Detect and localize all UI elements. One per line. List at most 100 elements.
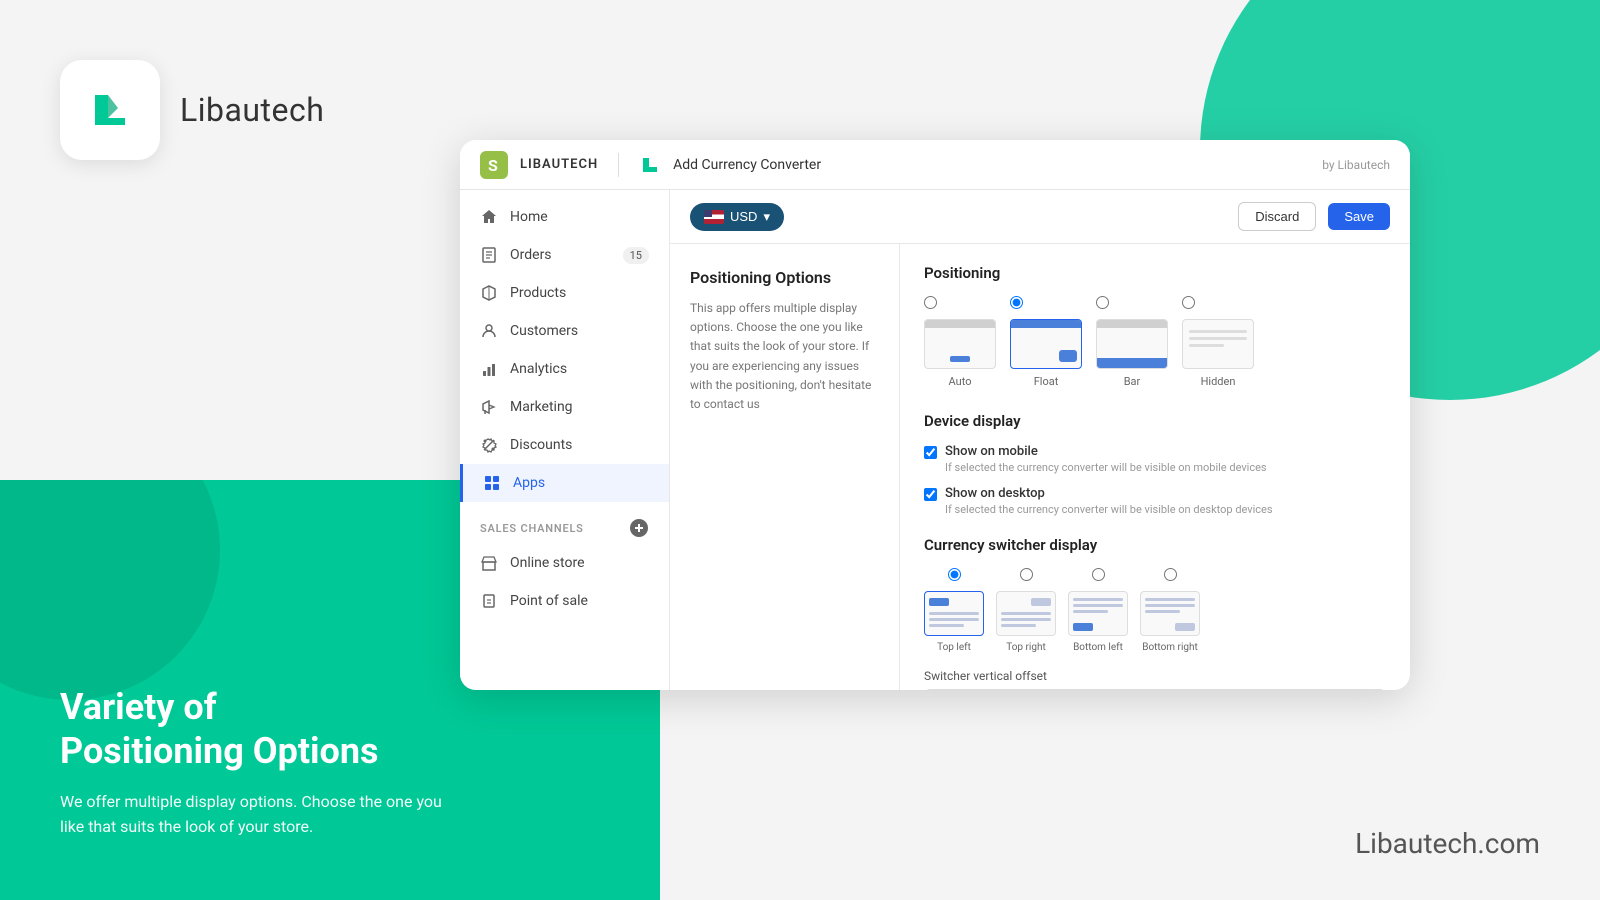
bar-top-bar	[1097, 320, 1167, 328]
sidebar-item-discounts[interactable]: Discounts	[460, 426, 669, 464]
save-button[interactable]: Save	[1328, 203, 1390, 230]
pos-auto-label: Auto	[949, 375, 972, 388]
bottom-heading: Variety ofPositioning Options	[60, 686, 460, 772]
switcher-radio-bottom-right[interactable]	[1164, 568, 1177, 581]
show-mobile-hint: If selected the currency converter will …	[945, 461, 1267, 474]
sw-bl-btn	[1073, 623, 1093, 631]
panel-header: S LIBAUTECH Add Currency Converter by Li…	[460, 140, 1410, 190]
discounts-icon	[480, 436, 498, 454]
store-icon	[480, 554, 498, 572]
pos-preview-bar	[1096, 319, 1168, 369]
svg-text:S: S	[488, 156, 498, 175]
apps-icon	[483, 474, 501, 492]
sw-tr-btn	[1031, 598, 1051, 606]
sw-bl-lines	[1073, 598, 1123, 613]
sidebar-item-point-of-sale[interactable]: Point of sale	[460, 582, 669, 620]
products-icon	[480, 284, 498, 302]
pos-option-float: Float	[1010, 296, 1082, 388]
pos-radio-hidden[interactable]	[1182, 296, 1195, 309]
desc-title: Positioning Options	[690, 268, 879, 287]
show-mobile-checkbox[interactable]	[924, 446, 937, 459]
show-desktop-checkbox[interactable]	[924, 488, 937, 501]
currency-button[interactable]: USD ▾	[690, 203, 784, 231]
switcher-bottom-left-label: Bottom left	[1073, 642, 1123, 653]
switcher-preview-top-left	[924, 591, 984, 636]
switcher-options: Top left	[924, 568, 1386, 653]
show-mobile-text: Show on mobile If selected the currency …	[945, 444, 1267, 474]
header-divider	[618, 153, 619, 177]
vertical-offset-input-row: ▲ ▼	[924, 689, 1386, 690]
hidden-lines	[1189, 330, 1247, 351]
sw-tl-lines	[929, 612, 979, 627]
description-panel: Positioning Options This app offers mult…	[670, 244, 900, 690]
sw-tl-btn	[929, 598, 949, 606]
switcher-radio-top-right[interactable]	[1020, 568, 1033, 581]
switcher-top-left-label: Top left	[937, 642, 971, 653]
currency-label: USD	[730, 209, 757, 224]
pos-icon	[480, 592, 498, 610]
sidebar-item-online-store[interactable]: Online store	[460, 544, 669, 582]
sidebar-analytics-label: Analytics	[510, 361, 567, 377]
desc-body: This app offers multiple display options…	[690, 299, 879, 414]
by-libautech-label: by Libautech	[1322, 158, 1390, 172]
bottom-text-block: Variety ofPositioning Options We offer m…	[60, 686, 460, 840]
brand-name: Libautech	[180, 91, 324, 129]
orders-badge: 15	[623, 247, 649, 264]
pos-radio-auto[interactable]	[924, 296, 937, 309]
show-desktop-hint: If selected the currency converter will …	[945, 503, 1273, 516]
pos-preview-auto	[924, 319, 996, 369]
content-split: Positioning Options This app offers mult…	[670, 244, 1410, 690]
content-toolbar: USD ▾ Discard Save	[670, 190, 1410, 244]
shopify-store-label: LIBAUTECH	[520, 157, 598, 172]
switcher-top-left: Top left	[924, 568, 984, 653]
sw-br-btn	[1175, 623, 1195, 631]
positioning-section-title: Positioning	[924, 264, 1386, 282]
sidebar-orders-label: Orders	[510, 247, 552, 263]
float-btn-indicator	[1059, 350, 1077, 362]
settings-panel: Positioning Auto	[900, 244, 1410, 690]
show-desktop-label: Show on desktop	[945, 486, 1273, 501]
sidebar-apps-label: Apps	[513, 475, 545, 491]
pos-option-auto: Auto	[924, 296, 996, 388]
pos-preview-float	[1010, 319, 1082, 369]
hidden-line-2	[1189, 337, 1247, 340]
pos-radio-float[interactable]	[1010, 296, 1023, 309]
switcher-radio-top-left[interactable]	[948, 568, 961, 581]
sw-br-lines	[1145, 598, 1195, 613]
sidebar-item-products[interactable]: Products	[460, 274, 669, 312]
sidebar-item-apps[interactable]: Apps	[460, 464, 669, 502]
pos-radio-auto-row	[924, 296, 996, 309]
sidebar-item-analytics[interactable]: Analytics	[460, 350, 669, 388]
show-desktop-text: Show on desktop If selected the currency…	[945, 486, 1273, 516]
pos-label: Point of sale	[510, 593, 588, 609]
switcher-preview-top-right	[996, 591, 1056, 636]
analytics-icon	[480, 360, 498, 378]
switcher-radio-bottom-left[interactable]	[1092, 568, 1105, 581]
logo-box	[60, 60, 160, 160]
sidebar-item-marketing[interactable]: Marketing	[460, 388, 669, 426]
switcher-preview-bottom-left	[1068, 591, 1128, 636]
sidebar-item-orders[interactable]: Orders 15	[460, 236, 669, 274]
sidebar-item-customers[interactable]: Customers	[460, 312, 669, 350]
add-sales-channel-icon[interactable]	[629, 518, 649, 538]
shopify-icon: S	[480, 151, 508, 179]
switcher-top-right-label: Top right	[1006, 642, 1046, 653]
online-store-label: Online store	[510, 555, 585, 571]
main-content: USD ▾ Discard Save Positioning Options T…	[670, 190, 1410, 690]
device-display-title: Device display	[924, 412, 1386, 430]
sidebar-customers-label: Customers	[510, 323, 578, 339]
sales-channels-label: SALES CHANNELS	[480, 522, 584, 535]
sidebar-marketing-label: Marketing	[510, 399, 573, 415]
positioning-options: Auto Float	[924, 296, 1386, 388]
switcher-display-title: Currency switcher display	[924, 536, 1386, 554]
arc-decoration	[0, 480, 220, 700]
pos-radio-bar[interactable]	[1096, 296, 1109, 309]
sidebar-home-label: Home	[510, 209, 548, 225]
sidebar: Home Orders 15	[460, 190, 670, 690]
discard-button[interactable]: Discard	[1238, 202, 1316, 231]
auto-top-bar	[925, 320, 995, 328]
show-mobile-label: Show on mobile	[945, 444, 1267, 459]
switcher-bottom-right: Bottom right	[1140, 568, 1200, 653]
sidebar-item-home[interactable]: Home	[460, 198, 669, 236]
vertical-offset-group: Switcher vertical offset ▲ ▼ Specify how…	[924, 669, 1386, 690]
